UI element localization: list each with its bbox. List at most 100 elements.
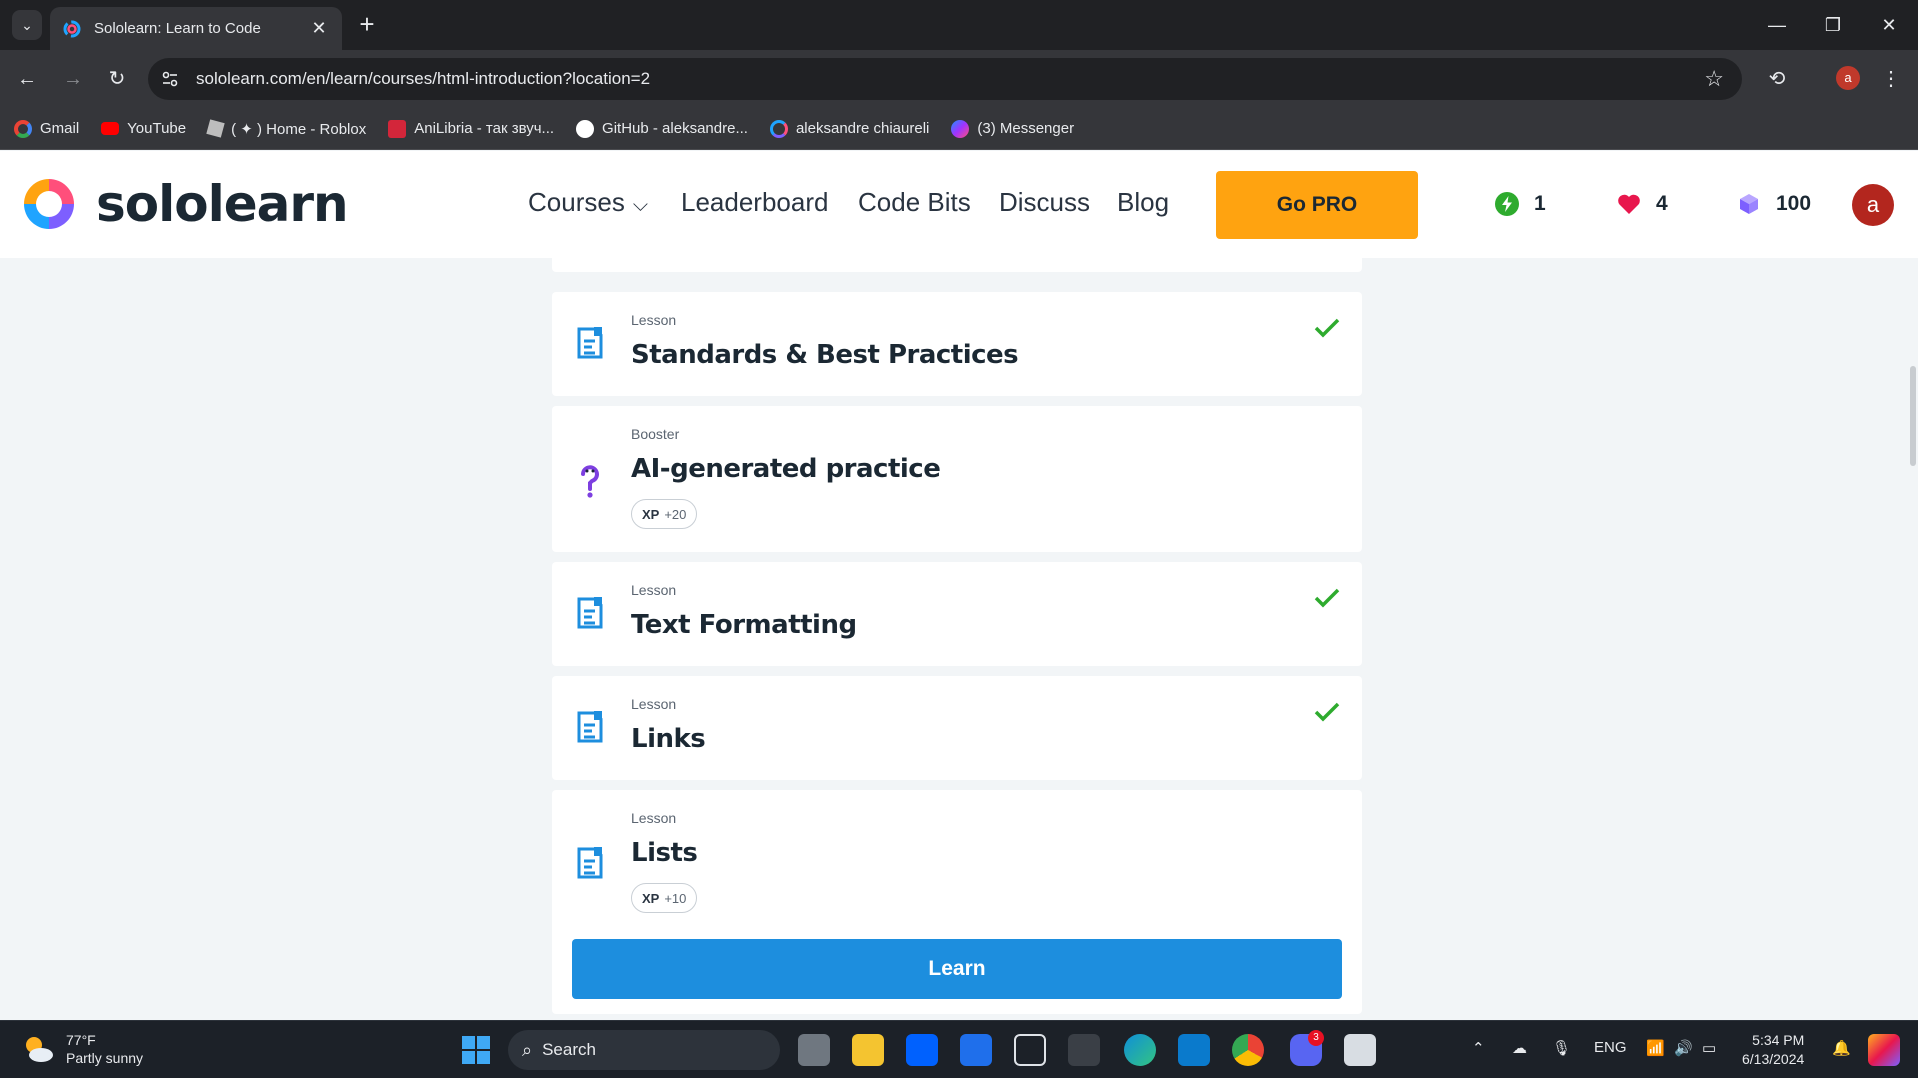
lesson-card-links[interactable]: Lesson Links xyxy=(552,676,1362,780)
page-scrollbar-thumb[interactable] xyxy=(1910,366,1916,466)
language-indicator[interactable]: ENG xyxy=(1594,1039,1627,1056)
new-tab-button[interactable]: + xyxy=(352,10,382,40)
edge-icon[interactable] xyxy=(1124,1034,1156,1066)
bookmark-star-icon[interactable]: ☆ xyxy=(1704,66,1724,92)
lesson-card-text-formatting[interactable]: Lesson Text Formatting xyxy=(552,562,1362,666)
checkmark-icon xyxy=(1314,588,1340,608)
card-title: Lists xyxy=(631,838,698,868)
bookmark-sololearn-profile[interactable]: aleksandre chiaureli xyxy=(769,119,929,138)
forward-icon[interactable]: → xyxy=(58,64,88,94)
browser-profile-avatar[interactable]: a xyxy=(1836,66,1860,90)
chevron-down-icon: ⌵ xyxy=(632,194,648,216)
bookmarks-bar: Gmail YouTube ( ✦ ) Home - Roblox AniLib… xyxy=(0,108,1918,150)
bookmark-messenger[interactable]: (3) Messenger xyxy=(951,119,1074,138)
tab-close-icon[interactable]: ✕ xyxy=(308,18,330,39)
hearts-counter[interactable]: 4 xyxy=(1616,191,1668,217)
notification-bell-icon[interactable]: 🔔 xyxy=(1832,1039,1851,1057)
sololearn-icon xyxy=(769,119,788,138)
booster-card-ai-practice[interactable]: Booster AI-generated practice XP +20 xyxy=(552,406,1362,552)
lesson-document-icon xyxy=(577,327,603,359)
xp-badge: XP +20 xyxy=(631,499,698,529)
xp-badge: XP +10 xyxy=(631,883,698,913)
window-close-button[interactable]: ✕ xyxy=(1866,8,1912,42)
system-clock[interactable]: 5:34 PM 6/13/2024 xyxy=(1742,1031,1804,1069)
task-view-icon[interactable] xyxy=(798,1034,830,1066)
microphone-icon[interactable]: 🎙 xyxy=(1552,1039,1571,1057)
card-type-label: Booster xyxy=(631,426,680,442)
monitor-app-icon[interactable] xyxy=(1014,1034,1046,1066)
lesson-document-icon xyxy=(577,597,603,629)
taskbar-search[interactable]: ⌕ Search xyxy=(508,1030,780,1070)
messenger-icon xyxy=(951,119,970,138)
weather-widget[interactable]: 77°F Partly sunny xyxy=(20,1031,143,1067)
bookmark-gmail[interactable]: Gmail xyxy=(14,119,79,138)
windows-start-icon[interactable] xyxy=(460,1034,492,1066)
nav-leaderboard[interactable]: Leaderboard xyxy=(681,187,828,218)
back-icon[interactable]: ← xyxy=(12,64,42,94)
restore-button[interactable]: ❐ xyxy=(1810,8,1856,42)
clock-date: 6/13/2024 xyxy=(1742,1051,1805,1067)
reload-icon[interactable]: ↻ xyxy=(102,64,132,94)
nav-code-bits[interactable]: Code Bits xyxy=(858,187,971,218)
site-header: sololearn Courses ⌵ Leaderboard Code Bits… xyxy=(0,151,1918,258)
lesson-document-icon xyxy=(577,847,603,879)
notion-icon[interactable] xyxy=(1068,1034,1100,1066)
logo-wordmark: sololearn xyxy=(96,175,349,233)
anilibria-icon xyxy=(388,119,407,138)
file-explorer-icon[interactable] xyxy=(852,1034,884,1066)
defender-icon[interactable] xyxy=(960,1034,992,1066)
previous-card-partial xyxy=(552,258,1362,272)
card-type-label: Lesson xyxy=(631,312,677,328)
card-type-label: Lesson xyxy=(631,582,677,598)
tab-title: Sololearn: Learn to Code xyxy=(94,20,261,37)
browser-tab[interactable]: Sololearn: Learn to Code ✕ xyxy=(50,7,342,50)
bookmark-roblox[interactable]: ( ✦ ) Home - Roblox xyxy=(206,119,366,138)
bookmark-github[interactable]: GitHub - aleksandre... xyxy=(576,119,748,138)
partly-sunny-icon xyxy=(26,1037,53,1062)
bookmark-anilibria[interactable]: AniLibria - так звуч... xyxy=(388,119,554,138)
sololearn-logo[interactable]: sololearn xyxy=(18,173,349,235)
learn-button[interactable]: Learn xyxy=(572,939,1342,999)
streak-counter[interactable]: 1 xyxy=(1494,191,1546,217)
volume-icon[interactable]: 🔊 xyxy=(1674,1039,1693,1057)
chrome-icon[interactable] xyxy=(1232,1034,1264,1066)
checkmark-icon xyxy=(1314,318,1340,338)
history-icon[interactable]: ⟲ xyxy=(1762,64,1792,94)
go-pro-button[interactable]: Go PRO xyxy=(1216,171,1418,239)
site-info-icon[interactable] xyxy=(160,69,180,89)
cube-icon xyxy=(1740,194,1758,214)
user-avatar[interactable]: a xyxy=(1852,184,1894,226)
snipping-tool-icon[interactable] xyxy=(1344,1034,1376,1066)
url-text[interactable]: sololearn.com/en/learn/courses/html-intr… xyxy=(196,69,650,89)
address-bar[interactable]: sololearn.com/en/learn/courses/html-intr… xyxy=(148,58,1742,100)
bits-counter[interactable]: 100 xyxy=(1736,191,1811,217)
roblox-icon xyxy=(206,119,225,138)
minimize-button[interactable]: — xyxy=(1754,8,1800,42)
card-title: Standards & Best Practices xyxy=(631,340,1019,370)
google-icon xyxy=(14,119,32,138)
youtube-icon xyxy=(101,122,120,135)
dropbox-icon[interactable] xyxy=(906,1034,938,1066)
card-type-label: Lesson xyxy=(631,810,677,826)
heart-icon xyxy=(1618,194,1640,214)
nav-discuss[interactable]: Discuss xyxy=(999,187,1090,218)
nav-blog[interactable]: Blog xyxy=(1117,187,1169,218)
vscode-icon[interactable] xyxy=(1178,1034,1210,1066)
github-icon xyxy=(576,119,595,138)
nav-courses[interactable]: Courses ⌵ xyxy=(528,187,648,218)
lesson-card-standards[interactable]: Lesson Standards & Best Practices xyxy=(552,292,1362,396)
browser-tab-bar: ⌄ Sololearn: Learn to Code ✕ + — ❐ ✕ xyxy=(0,0,1918,50)
tray-overflow-chevron-icon[interactable]: ⌃ xyxy=(1472,1039,1485,1057)
card-title: Links xyxy=(631,724,706,754)
wifi-icon[interactable]: 📶 xyxy=(1646,1039,1665,1057)
card-title: AI-generated practice xyxy=(631,454,941,484)
browser-toolbar: ← → ↻ sololearn.com/en/learn/courses/htm… xyxy=(0,50,1918,108)
menu-kebab-icon[interactable]: ⋮ xyxy=(1876,64,1906,94)
onedrive-cloud-icon[interactable]: ☁ xyxy=(1512,1039,1527,1057)
battery-icon[interactable]: ▭ xyxy=(1702,1039,1716,1057)
copilot-icon[interactable] xyxy=(1868,1034,1900,1066)
bookmark-youtube[interactable]: YouTube xyxy=(101,120,186,137)
tab-search-button[interactable]: ⌄ xyxy=(12,10,42,40)
windows-taskbar: 77°F Partly sunny ⌕ Search 3 ⌃ ☁ 🎙 ENG 📶… xyxy=(0,1020,1918,1078)
question-mark-icon xyxy=(581,465,599,498)
